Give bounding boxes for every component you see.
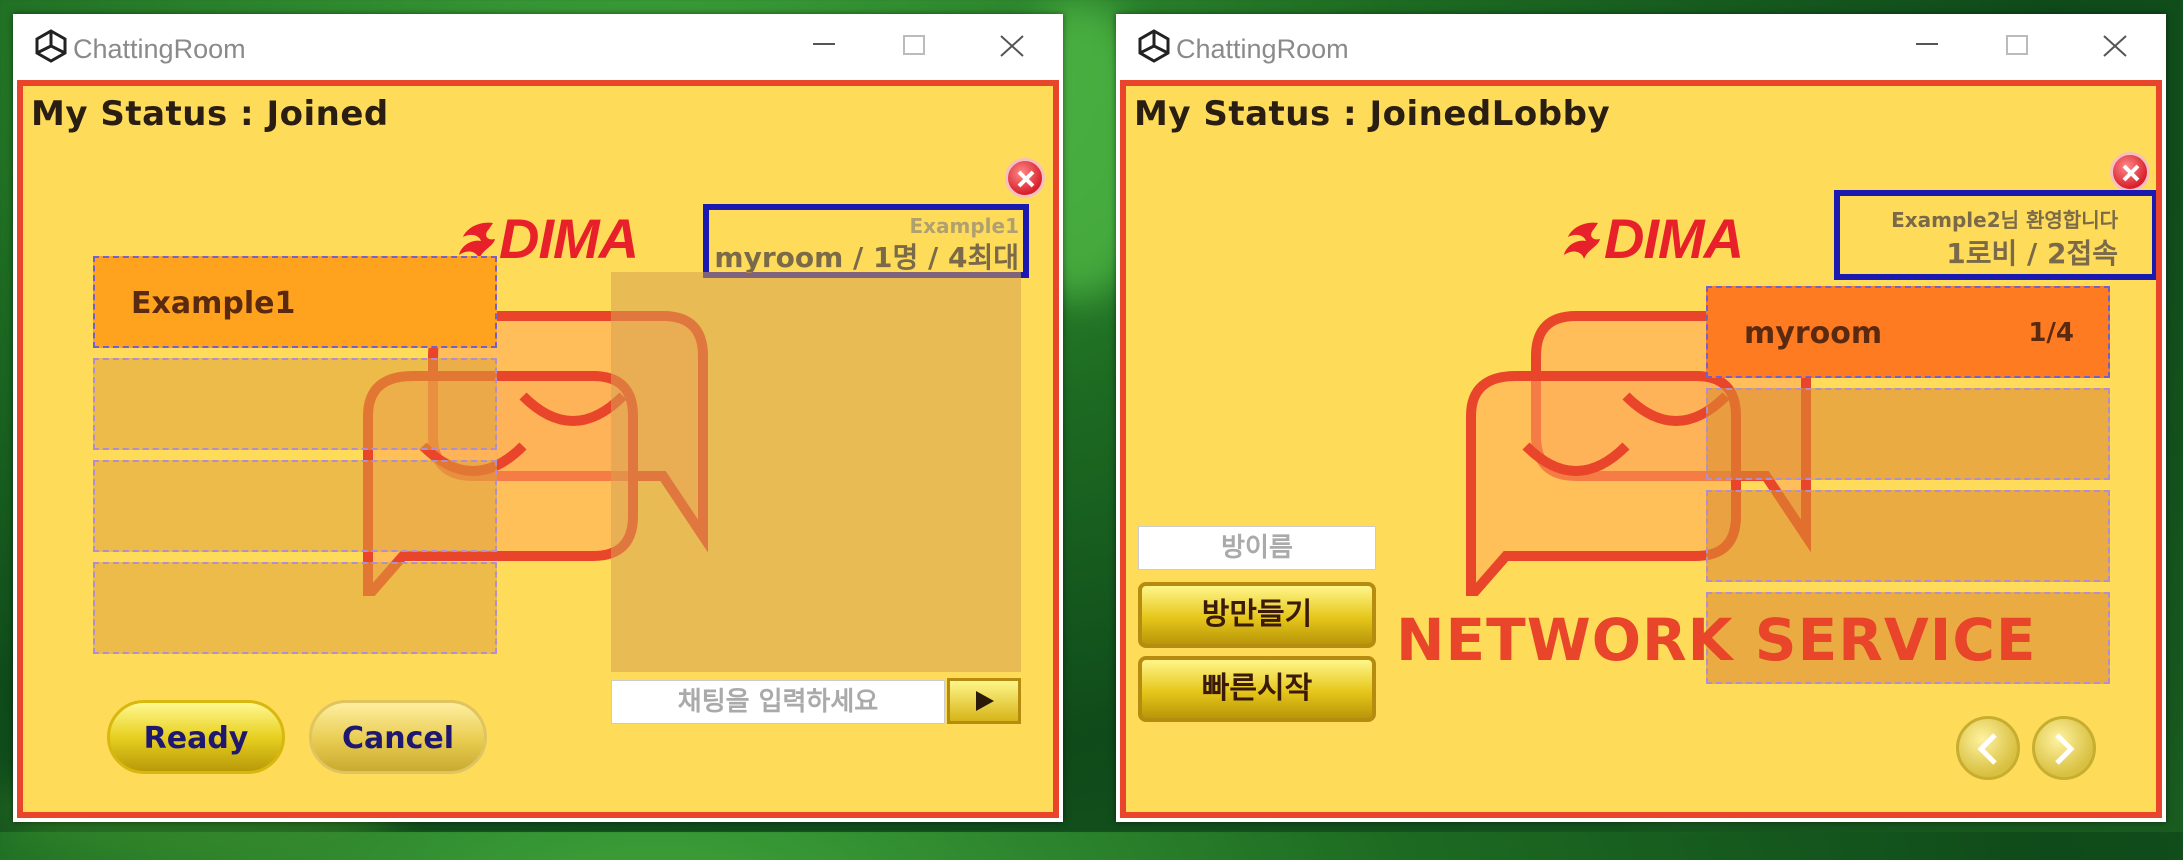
prev-page-button[interactable] <box>1956 716 2020 780</box>
ready-button[interactable]: Ready <box>107 700 285 774</box>
maximize-button[interactable] <box>1986 22 2046 68</box>
quick-start-button[interactable]: 빠른시작 <box>1138 656 1376 722</box>
room-slot-3[interactable] <box>1706 490 2110 582</box>
lobby-summary: 1로비 / 2접속 <box>1946 237 2118 270</box>
player-slot-1: Example1 <box>93 256 497 348</box>
player-name: Example1 <box>131 286 296 321</box>
minimize-icon <box>1916 43 1938 45</box>
unity-icon <box>35 29 67 63</box>
close-icon <box>2103 35 2127 57</box>
info-room-summary: myroom / 1명 / 4최대 <box>714 241 1019 274</box>
close-icon <box>1000 35 1024 57</box>
quick-start-label: 빠른시작 <box>1201 671 1313 706</box>
create-room-label: 방만들기 <box>1201 597 1313 632</box>
next-page-button[interactable] <box>2032 716 2096 780</box>
player-slot-4 <box>93 562 497 654</box>
lobby-info-box: Example2님 환영합니다 1로비 / 2접속 <box>1834 190 2156 280</box>
network-service-text: NETWORK SERVICE <box>1396 606 2037 674</box>
dima-logo: DIMA <box>1558 206 1744 271</box>
room-name-input[interactable]: 방이름 <box>1138 526 1376 570</box>
player-slot-2 <box>93 358 497 450</box>
status-text: My Status : JoinedLobby <box>1134 94 1611 134</box>
game-area: My Status : Joined DIMA Example1 myroom … <box>17 80 1059 818</box>
room-name: myroom <box>1744 316 1883 351</box>
maximize-icon <box>903 35 925 55</box>
minimize-button[interactable] <box>793 22 853 68</box>
status-text: My Status : Joined <box>31 94 389 134</box>
unity-icon <box>1138 29 1170 63</box>
ready-label: Ready <box>143 721 249 756</box>
minimize-icon <box>813 43 835 45</box>
play-icon <box>976 691 994 711</box>
player-slot-3 <box>93 460 497 552</box>
create-room-button[interactable]: 방만들기 <box>1138 582 1376 648</box>
room-info-box: Example1 myroom / 1명 / 4최대 <box>703 204 1029 278</box>
room-name-placeholder: 방이름 <box>1221 533 1293 563</box>
title-bar[interactable]: ChattingRoom <box>13 14 1063 80</box>
room-count: 1/4 <box>2028 318 2074 348</box>
chevron-right-icon <box>2055 733 2075 765</box>
room-slot-2[interactable] <box>1706 388 2110 480</box>
cancel-label: Cancel <box>341 721 455 756</box>
maximize-icon <box>2006 35 2028 55</box>
window-title: ChattingRoom <box>1176 34 1349 64</box>
window-title: ChattingRoom <box>73 34 246 64</box>
chevron-left-icon <box>1977 733 1997 765</box>
leave-room-button[interactable] <box>1005 158 1045 198</box>
room-slot-1[interactable]: myroom 1/4 <box>1706 286 2110 378</box>
game-area: My Status : JoinedLobby DIMA Example2님 환… <box>1120 80 2162 818</box>
dragon-icon <box>1564 222 1600 260</box>
logo-text: DIMA <box>1604 207 1744 270</box>
cancel-button[interactable]: Cancel <box>309 700 487 774</box>
close-icon <box>2122 164 2140 182</box>
exit-button[interactable] <box>2110 152 2150 192</box>
title-bar[interactable]: ChattingRoom <box>1116 14 2166 80</box>
welcome-text: Example2님 환영합니다 <box>1891 208 2118 232</box>
info-player-name: Example1 <box>909 214 1019 238</box>
close-window-button[interactable] <box>2084 22 2144 68</box>
chatting-room-window-1: ChattingRoom My Status : Joined DIMA Exa… <box>13 14 1063 822</box>
close-icon <box>1017 170 1035 188</box>
send-chat-button[interactable] <box>947 678 1021 724</box>
chat-placeholder: 채팅을 입력하세요 <box>677 687 879 717</box>
maximize-button[interactable] <box>883 22 943 68</box>
logo-text: DIMA <box>499 207 639 270</box>
chatting-room-window-2: ChattingRoom My Status : JoinedLobby DIM… <box>1116 14 2166 822</box>
close-window-button[interactable] <box>981 22 1041 68</box>
minimize-button[interactable] <box>1896 22 1956 68</box>
chat-log-panel[interactable] <box>611 272 1021 672</box>
chat-input[interactable]: 채팅을 입력하세요 <box>611 680 945 724</box>
